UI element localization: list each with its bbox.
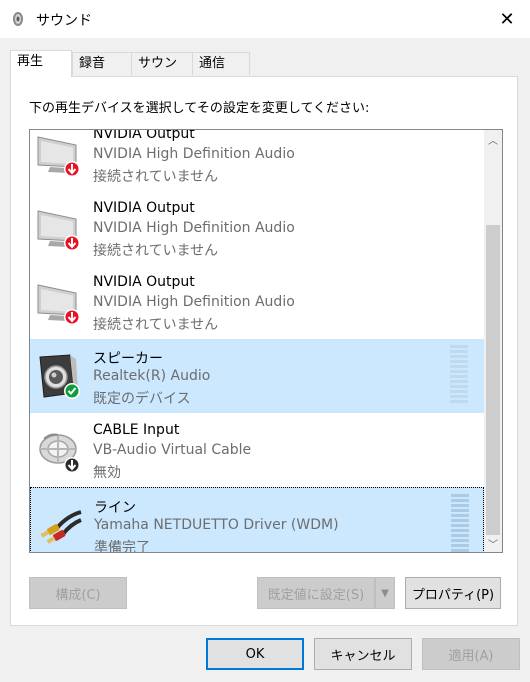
speaker-default-icon <box>39 354 80 399</box>
device-name: ライン <box>94 500 136 516</box>
cancel-button[interactable]: キャンセル <box>314 638 412 670</box>
level-meter <box>451 494 469 552</box>
device-status: 接続されていません <box>93 243 219 259</box>
tab-label: 再生 <box>17 54 44 69</box>
speaker-app-icon <box>13 12 23 26</box>
device-status: 無効 <box>93 465 121 481</box>
scroll-up-button[interactable]: ︿ <box>484 130 502 148</box>
chevron-up-icon: ︿ <box>488 135 498 147</box>
device-driver: Realtek(R) Audio <box>93 368 211 384</box>
tab-playback[interactable]: 再生 <box>10 50 72 77</box>
tab-label: 録音 <box>79 56 106 71</box>
playback-panel: 下の再生デバイスを選択してその設定を変更してください: NVIDIA Outpu… <box>10 76 518 626</box>
tab-sounds[interactable]: サウンド <box>131 52 193 93</box>
device-driver: Yamaha NETDUETTO Driver (WDM) <box>94 517 339 533</box>
device-item[interactable]: ライン Yamaha NETDUETTO Driver (WDM) 準備完了 <box>30 487 484 553</box>
set-default-button[interactable]: 既定値に設定(S) <box>257 577 375 609</box>
tab-communications[interactable]: 通信 <box>192 52 250 75</box>
instruction-text: 下の再生デバイスを選択してその設定を変更してください: <box>29 101 370 116</box>
device-status: 接続されていません <box>93 169 219 185</box>
device-driver: VB-Audio Virtual Cable <box>93 442 252 458</box>
device-list-items: NVIDIA Output NVIDIA High Definition Aud… <box>30 129 484 553</box>
chevron-down-icon: ▼ <box>381 587 389 599</box>
device-driver: NVIDIA High Definition Audio <box>93 146 295 162</box>
device-status: 既定のデバイス <box>93 391 191 407</box>
device-list[interactable]: NVIDIA Output NVIDIA High Definition Aud… <box>29 129 503 553</box>
monitor-disconnected-icon <box>37 284 80 325</box>
cable-disabled-icon <box>39 433 80 473</box>
vertical-scrollbar[interactable]: ︿ ﹀ <box>484 130 502 552</box>
device-name: CABLE Input <box>93 422 180 438</box>
apply-button[interactable]: 適用(A) <box>422 638 520 670</box>
close-button[interactable]: ✕ <box>484 0 530 38</box>
rca-cable-icon <box>40 510 82 544</box>
device-name: NVIDIA Output <box>93 274 195 290</box>
device-name: NVIDIA Output <box>93 129 195 142</box>
device-status: 準備完了 <box>94 540 150 553</box>
properties-button[interactable]: プロパティ(P) <box>405 577 501 609</box>
scroll-down-button[interactable]: ﹀ <box>484 534 502 552</box>
set-default-dropdown[interactable]: ▼ <box>375 577 395 609</box>
ok-button[interactable]: OK <box>206 638 304 670</box>
tab-recording[interactable]: 録音 <box>72 52 132 75</box>
device-item[interactable]: NVIDIA Output NVIDIA High Definition Aud… <box>30 265 484 339</box>
device-driver: NVIDIA High Definition Audio <box>93 220 295 236</box>
device-name: スピーカー <box>93 351 163 367</box>
chevron-down-icon: ﹀ <box>488 539 498 551</box>
configure-button[interactable]: 構成(C) <box>29 577 127 609</box>
device-driver: NVIDIA High Definition Audio <box>93 294 295 310</box>
monitor-disconnected-icon <box>37 136 80 177</box>
close-icon: ✕ <box>499 8 515 30</box>
level-meter <box>450 345 468 403</box>
device-item[interactable]: スピーカー Realtek(R) Audio 既定のデバイス <box>30 339 484 413</box>
device-name: NVIDIA Output <box>93 200 195 216</box>
monitor-disconnected-icon <box>37 210 80 251</box>
window-title: サウンド <box>36 13 92 29</box>
tab-label: 通信 <box>199 56 226 71</box>
scroll-thumb[interactable] <box>486 225 500 535</box>
title-bar: サウンド ✕ <box>0 0 530 38</box>
device-item[interactable]: NVIDIA Output NVIDIA High Definition Aud… <box>30 129 484 191</box>
device-item[interactable]: CABLE Input VB-Audio Virtual Cable 無効 <box>30 413 484 487</box>
device-status: 接続されていません <box>93 317 219 333</box>
device-item[interactable]: NVIDIA Output NVIDIA High Definition Aud… <box>30 191 484 265</box>
